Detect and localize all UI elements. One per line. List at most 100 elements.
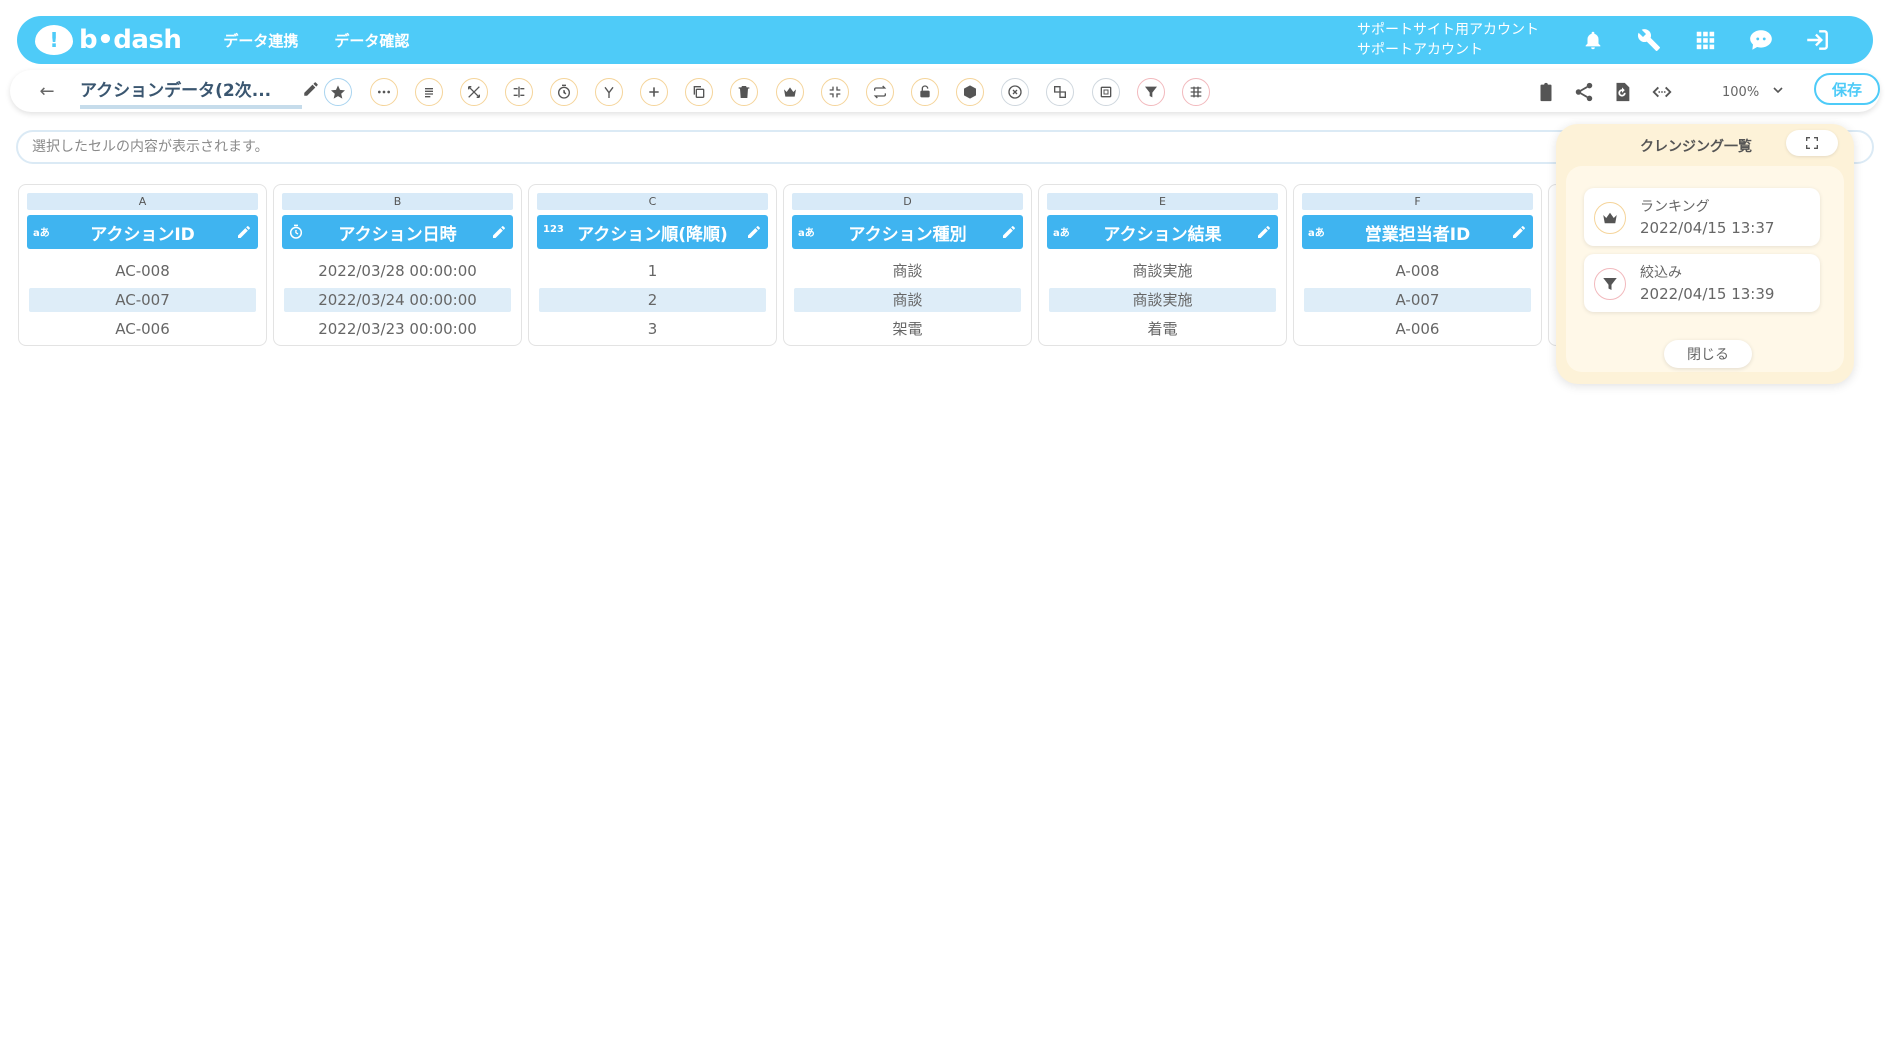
pencil-icon[interactable]	[1256, 224, 1272, 240]
table-cell[interactable]: 商談	[794, 288, 1021, 312]
table-cell[interactable]: A-006	[1304, 317, 1531, 341]
refresh-doc-icon[interactable]	[1610, 80, 1634, 104]
column-card[interactable]: A aあ アクションID AC-008 AC-007 AC-006	[18, 184, 267, 346]
crown-icon[interactable]	[776, 78, 804, 106]
column-header[interactable]: aあ アクション結果	[1047, 215, 1278, 249]
branch-icon[interactable]	[595, 78, 623, 106]
trash-icon[interactable]	[730, 78, 758, 106]
logout-icon[interactable]	[1803, 26, 1831, 54]
support-chat-icon[interactable]	[1747, 26, 1775, 54]
top-header: ! b•dash データ連携 データ確認 サポートサイト用アカウント サポートア…	[17, 16, 1873, 64]
nav-data-link[interactable]: データ連携	[223, 30, 298, 51]
column-letter: C	[537, 193, 768, 210]
table-cell[interactable]: 商談実施	[1049, 259, 1276, 283]
save-button[interactable]: 保存	[1814, 73, 1880, 105]
panel-title: クレンジング一覧	[1640, 139, 1752, 155]
split-tools-icon[interactable]	[460, 78, 488, 106]
filter-icon	[1594, 268, 1626, 300]
column-header[interactable]: aあ アクションID	[27, 215, 258, 249]
back-arrow-icon[interactable]: ←	[36, 80, 58, 102]
wrench-icon[interactable]	[1635, 26, 1663, 54]
table-cell[interactable]: AC-007	[29, 288, 256, 312]
favorite-star-icon[interactable]	[324, 78, 352, 106]
pencil-icon[interactable]	[236, 224, 252, 240]
translate-icon[interactable]	[1046, 78, 1074, 106]
grid-split-icon[interactable]	[1182, 78, 1210, 106]
logo[interactable]: ! b•dash	[35, 25, 182, 55]
text-type-icon: aあ	[1053, 228, 1070, 239]
account-name: サポートサイト用アカウント	[1357, 22, 1539, 38]
table-cell[interactable]: 商談	[794, 259, 1021, 283]
pencil-icon[interactable]	[746, 224, 762, 240]
cleansing-item[interactable]: ランキング 2022/04/15 13:37	[1584, 188, 1820, 246]
column-header[interactable]: aあ 営業担当者ID	[1302, 215, 1533, 249]
bell-icon[interactable]	[1579, 26, 1607, 54]
cleansing-item-name: ランキング	[1640, 199, 1710, 215]
table-cell[interactable]: 架電	[794, 317, 1021, 341]
column-header[interactable]: アクション日時	[282, 215, 513, 249]
add-plus-icon[interactable]	[640, 78, 668, 106]
text-align-icon[interactable]	[415, 78, 443, 106]
lock-share-icon[interactable]	[911, 78, 939, 106]
document-title[interactable]: アクションデータ(2次...	[80, 76, 302, 109]
account-info[interactable]: サポートサイト用アカウント サポートアカウント	[1357, 20, 1539, 60]
pencil-icon[interactable]	[491, 224, 507, 240]
close-button[interactable]: 閉じる	[1664, 340, 1752, 368]
cleansing-panel: クレンジング一覧 ランキング 2022/04/15 13:37 絞込み 2022…	[1556, 124, 1854, 384]
table-cell[interactable]: 2022/03/23 00:00:00	[284, 317, 511, 341]
compress-icon[interactable]	[821, 78, 849, 106]
table-cell[interactable]: A-007	[1304, 288, 1531, 312]
column-card[interactable]: B アクション日時 2022/03/28 00:00:00 2022/03/24…	[273, 184, 522, 346]
table-cell[interactable]: 2022/03/28 00:00:00	[284, 259, 511, 283]
clipboard-icon[interactable]	[1534, 80, 1558, 104]
cleansing-item[interactable]: 絞込み 2022/04/15 13:39	[1584, 254, 1820, 312]
column-card[interactable]: C 123 アクション順(降順) 1 2 3	[528, 184, 777, 346]
zoom-select[interactable]: 100%	[1690, 78, 1790, 106]
clock-type-icon	[288, 224, 304, 243]
pencil-icon[interactable]	[1511, 224, 1527, 240]
share-icon[interactable]	[1572, 80, 1596, 104]
table-cell[interactable]: AC-008	[29, 259, 256, 283]
expand-icon[interactable]	[1786, 130, 1838, 156]
logo-text: b•dash	[79, 25, 182, 55]
table-cell[interactable]: 2	[539, 288, 766, 312]
code-icon[interactable]	[1650, 80, 1674, 104]
table-cell[interactable]: 2022/03/24 00:00:00	[284, 288, 511, 312]
filter-icon[interactable]	[1137, 78, 1165, 106]
column-header[interactable]: aあ アクション種別	[792, 215, 1023, 249]
cancel-circle-icon[interactable]	[1001, 78, 1029, 106]
frame-icon[interactable]	[1092, 78, 1120, 106]
table-cell[interactable]: 3	[539, 317, 766, 341]
account-user: サポートアカウント	[1357, 42, 1483, 58]
table-cell[interactable]: 商談実施	[1049, 288, 1276, 312]
cleansing-item-date: 2022/04/15 13:37	[1640, 219, 1775, 237]
column-card[interactable]: D aあ アクション種別 商談 商談 架電	[783, 184, 1032, 346]
column-name: アクション結果	[1103, 224, 1222, 245]
column-name: アクション種別	[848, 224, 967, 245]
text-type-icon: aあ	[798, 228, 815, 239]
more-dots-icon[interactable]	[370, 78, 398, 106]
copy-icon[interactable]	[685, 78, 713, 106]
timer-icon[interactable]	[550, 78, 578, 106]
nav-data-check[interactable]: データ確認	[334, 30, 409, 51]
column-letter: B	[282, 193, 513, 210]
merge-columns-icon[interactable]	[505, 78, 533, 106]
column-letter: A	[27, 193, 258, 210]
table-cell[interactable]: 着電	[1049, 317, 1276, 341]
table-cell[interactable]: 1	[539, 259, 766, 283]
pencil-icon[interactable]	[1001, 224, 1017, 240]
table-cell[interactable]: A-008	[1304, 259, 1531, 283]
package-icon[interactable]	[956, 78, 984, 106]
table-cell[interactable]: AC-006	[29, 317, 256, 341]
column-header[interactable]: 123 アクション順(降順)	[537, 215, 768, 249]
repeat-icon[interactable]	[866, 78, 894, 106]
cell-content-input[interactable]	[18, 132, 1518, 162]
column-card[interactable]: E aあ アクション結果 商談実施 商談実施 着電	[1038, 184, 1287, 346]
column-card[interactable]: F aあ 営業担当者ID A-008 A-007 A-006	[1293, 184, 1542, 346]
toolbar: ← アクションデータ(2次... 100% 保存	[10, 70, 1880, 112]
cleansing-item-date: 2022/04/15 13:39	[1640, 285, 1775, 303]
pencil-icon[interactable]	[302, 80, 322, 100]
zoom-value: 100%	[1722, 84, 1760, 100]
grid-menu-icon[interactable]	[1691, 26, 1719, 54]
column-name: アクション日時	[338, 224, 457, 245]
